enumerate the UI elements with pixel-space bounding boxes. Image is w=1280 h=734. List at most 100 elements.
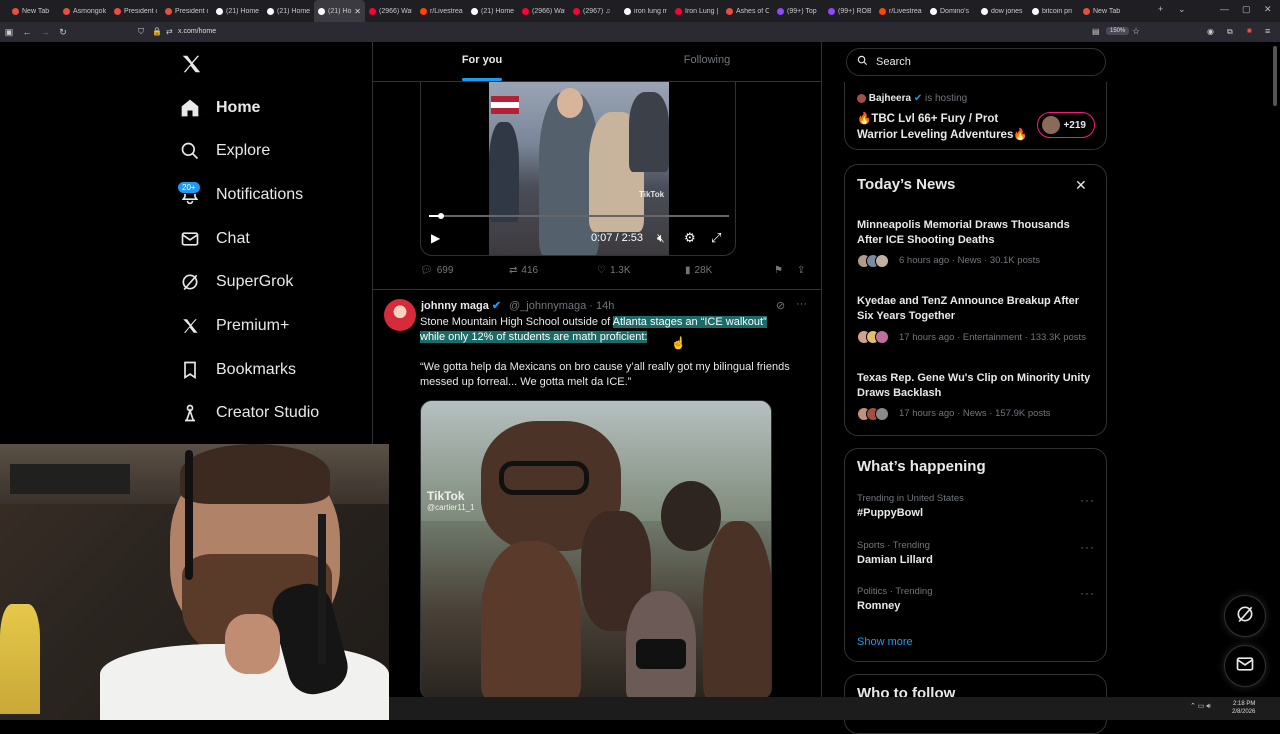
messages-fab-button[interactable] <box>1224 645 1266 687</box>
show-more-link[interactable]: Show more <box>857 636 913 648</box>
close-tab-icon[interactable]: ✕ <box>354 7 361 16</box>
search-input[interactable]: Search <box>846 48 1106 76</box>
browser-tab[interactable]: (99+) ROBl <box>824 0 875 22</box>
tweet-author-name[interactable]: johnny maga ✔ <box>421 299 501 312</box>
video-person <box>629 92 669 172</box>
sidebar-item-premium[interactable]: Premium+ <box>180 311 289 341</box>
browser-tab[interactable]: New Tab <box>8 0 59 22</box>
browser-tab[interactable]: iron lung m <box>620 0 671 22</box>
tab-favicon-icon <box>624 7 631 15</box>
video-scrubber-handle[interactable] <box>438 213 444 219</box>
home-icon <box>180 98 200 118</box>
browser-tab[interactable]: Iron Lung | <box>671 0 722 22</box>
browser-tab[interactable]: Ashes of C <box>722 0 773 22</box>
browser-tab[interactable]: (21) Home <box>212 0 263 22</box>
url-bar[interactable]: x.com/home <box>178 28 216 35</box>
sidebar-item-home[interactable]: Home <box>180 93 260 123</box>
tab-favicon-icon <box>981 7 988 15</box>
browser-tab[interactable]: r/Livestrea <box>416 0 467 22</box>
trend-name[interactable]: Damian Lillard <box>857 554 933 566</box>
more-options-icon[interactable]: ··· <box>1080 540 1095 554</box>
x-logo-icon[interactable] <box>180 53 202 80</box>
trend-name[interactable]: Romney <box>857 600 900 612</box>
sidebar-item-explore[interactable]: Explore <box>180 136 270 166</box>
bookmark-button[interactable]: ⚑ <box>774 265 783 276</box>
browser-tab[interactable]: r/Livestrea <box>875 0 926 22</box>
sidebar-item-creator-studio[interactable]: Creator Studio <box>180 398 319 428</box>
forward-icon[interactable]: → <box>36 27 54 37</box>
bookmark-star-icon[interactable]: ☆ <box>1132 26 1140 37</box>
browser-tab[interactable]: (21) Ho ✕ <box>314 0 365 22</box>
video-player[interactable]: TikTok ▶ 0:07 / 2:53 🔇︎ ⚙ ⤢ <box>420 82 736 256</box>
browser-tab[interactable]: New Tab <box>1079 0 1130 22</box>
settings-gear-icon[interactable]: ⚙ <box>684 230 696 246</box>
tab-list-button[interactable]: ⌄ <box>1178 4 1186 15</box>
news-item-headline[interactable]: Texas Rep. Gene Wu's Clip on Minority Un… <box>857 371 1097 401</box>
more-options-icon[interactable]: ··· <box>1080 493 1095 507</box>
grok-icon[interactable]: ⊘ <box>776 299 785 312</box>
browser-tab[interactable]: dow jones <box>977 0 1028 22</box>
system-clock[interactable]: 2:18 PM 2/8/2026 <box>1232 700 1255 716</box>
browser-tab[interactable]: (2966) Wat <box>518 0 569 22</box>
close-window-button[interactable]: ✕ <box>1264 4 1272 15</box>
video-player[interactable]: TikTok @cartier11_1 <box>420 400 772 700</box>
browser-tab[interactable]: (21) Home <box>263 0 314 22</box>
sidebar-toggle-icon[interactable]: ▣ <box>0 27 18 38</box>
tab-label: New Tab <box>22 7 50 15</box>
news-item-headline[interactable]: Kyedae and TenZ Announce Breakup After Si… <box>857 294 1097 324</box>
page-scrollbar[interactable] <box>1273 46 1277 106</box>
browser-tab[interactable]: (2966) Wat <box>365 0 416 22</box>
trend-name[interactable]: #PuppyBowl <box>857 507 923 519</box>
reply-count: 699 <box>436 265 454 276</box>
browser-tab[interactable]: President o <box>161 0 212 22</box>
lock-icon[interactable]: 🔒 <box>152 27 162 36</box>
browser-tab[interactable]: Asmongold <box>59 0 110 22</box>
views-button[interactable]: ▮ 28K <box>685 265 712 276</box>
shield-icon[interactable]: ⛉ <box>138 27 144 37</box>
tab-label: Asmongold <box>73 7 106 15</box>
browser-tab[interactable]: bitcoin pri <box>1028 0 1079 22</box>
extensions-icon[interactable]: ⧉ <box>1227 27 1233 37</box>
back-icon[interactable]: ← <box>18 27 36 37</box>
fullscreen-icon[interactable]: ⤢ <box>711 230 721 246</box>
more-options-icon[interactable]: ··· <box>1080 586 1095 600</box>
like-button[interactable]: ♡ 1.3K <box>597 265 631 276</box>
sidebar-item-bookmarks[interactable]: Bookmarks <box>180 355 296 385</box>
news-item-headline[interactable]: Minneapolis Memorial Draws Thousands Afte… <box>857 218 1097 248</box>
menu-icon[interactable]: ≡ <box>1265 26 1270 36</box>
more-options-icon[interactable]: ··· <box>796 298 807 310</box>
mute-icon[interactable]: 🔇︎ <box>657 231 665 246</box>
reader-view-icon[interactable]: ▤ <box>1092 27 1100 36</box>
browser-tab[interactable]: Domino's <box>926 0 977 22</box>
zoom-level[interactable]: 150% <box>1106 27 1130 35</box>
tab-following[interactable]: Following <box>655 54 759 66</box>
tweet-author-handle[interactable]: @_johnnymaga · 14h <box>509 300 614 312</box>
browser-tab[interactable]: (2967) ♫ <box>569 0 620 22</box>
repost-button[interactable]: ⇄ 416 <box>509 265 538 276</box>
tray-icons[interactable]: ⌃ ▭ 🔊︎ <box>1190 702 1211 711</box>
avatar[interactable] <box>384 299 416 331</box>
tab-label: bitcoin pri <box>1042 7 1072 15</box>
grok-fab-button[interactable] <box>1224 595 1266 637</box>
share-button[interactable]: ⇪ <box>797 265 805 276</box>
browser-tab[interactable]: (99+) Top <box>773 0 824 22</box>
browser-tab[interactable]: President o <box>110 0 161 22</box>
selected-text: while only 12% of students are math prof… <box>420 331 648 343</box>
tab-for-you[interactable]: For you <box>430 54 534 66</box>
sidebar-item-supergrok[interactable]: SuperGrok <box>180 267 293 297</box>
live-host[interactable]: Bajheera ✔ is hosting <box>857 93 967 104</box>
account-icon[interactable]: ◉ <box>1207 27 1214 36</box>
close-icon[interactable]: ✕ <box>1075 177 1087 194</box>
video-progress-bar[interactable] <box>429 213 729 219</box>
extension-icon[interactable]: ■ <box>1247 26 1252 35</box>
minimize-button[interactable]: — <box>1220 4 1229 14</box>
sidebar-item-label: SuperGrok <box>216 273 294 290</box>
sidebar-item-chat[interactable]: Chat <box>180 224 250 254</box>
reply-button[interactable]: 💬︎ 699 <box>420 265 453 276</box>
reload-icon[interactable]: ↻ <box>54 27 72 38</box>
play-icon[interactable]: ▶ <box>431 231 440 245</box>
maximize-button[interactable]: ▢ <box>1242 4 1251 15</box>
page-settings-icon[interactable]: ⇄ <box>166 27 173 36</box>
browser-tab[interactable]: (21) Home <box>467 0 518 22</box>
new-tab-button[interactable]: + <box>1158 4 1163 14</box>
